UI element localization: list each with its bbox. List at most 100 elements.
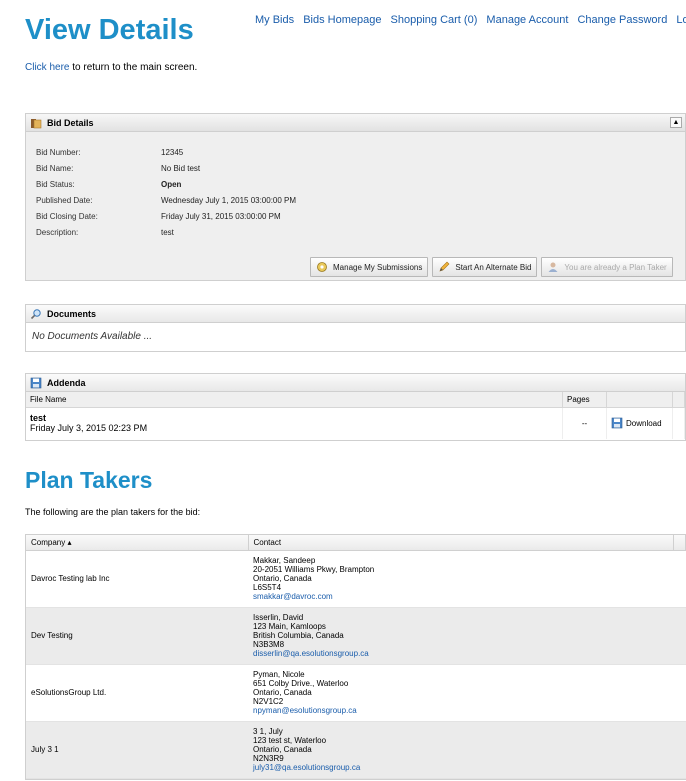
contact-name: Pyman, Nicole <box>253 670 305 679</box>
contact-address: 123 test st, Waterloo <box>253 736 327 745</box>
download-label: Download <box>626 418 662 428</box>
addendum-file-name: test <box>30 413 47 424</box>
bid-status-label: Bid Status: <box>36 180 75 189</box>
contact-region: British Columbia, Canada <box>253 631 344 640</box>
plan-taker-label: You are already a Plan Taker <box>564 262 667 272</box>
description-value: test <box>161 228 174 237</box>
contact-email[interactable]: smakkar@davroc.com <box>253 592 333 601</box>
table-row: Davroc Testing lab Inc Makkar, Sandeep 2… <box>26 550 686 608</box>
spacer-cell <box>673 550 686 608</box>
detail-row: Description: test <box>36 228 296 244</box>
contact-address: 123 Main, Kamloops <box>253 622 326 631</box>
addenda-table: File Name Pages test Friday July 3, 2015… <box>26 392 685 439</box>
contact-name: 3 1, July <box>253 727 283 736</box>
closing-date-label: Bid Closing Date: <box>36 212 98 221</box>
table-row: Dev Testing Isserlin, David 123 Main, Ka… <box>26 607 686 665</box>
user-icon <box>547 261 559 273</box>
company-cell: Davroc Testing lab Inc <box>26 550 248 608</box>
contact-name: Makkar, Sandeep <box>253 556 316 565</box>
table-row: July 3 1 3 1, July 123 test st, Waterloo… <box>26 721 686 779</box>
contact-address: 651 Colby Drive., Waterloo <box>253 679 349 688</box>
bid-status-value: Open <box>161 180 182 189</box>
company-cell: eSolutionsGroup Ltd. <box>26 664 248 722</box>
return-link[interactable]: Click here <box>25 62 69 73</box>
description-label: Description: <box>36 228 79 237</box>
plan-taker-button[interactable]: You are already a Plan Taker <box>541 257 673 277</box>
download-link[interactable]: Download <box>611 417 668 429</box>
addenda-header: Addenda <box>26 374 685 392</box>
contact-postal: N2N3R9 <box>253 754 284 763</box>
page-title: View Details <box>25 14 194 46</box>
spacer-cell <box>673 607 686 665</box>
contact-postal: N2V1C2 <box>253 697 284 706</box>
bid-details-title: Bid Details <box>47 117 94 128</box>
contact-region: Ontario, Canada <box>253 745 312 754</box>
disk-icon <box>30 377 42 389</box>
nav-change-password[interactable]: Change Password <box>577 14 667 26</box>
manage-submissions-label: Manage My Submissions <box>333 262 423 272</box>
plan-takers-subtitle: The following are the plan takers for th… <box>25 507 201 517</box>
bid-name-label: Bid Name: <box>36 164 74 173</box>
documents-panel: Documents No Documents Available ... <box>25 304 686 352</box>
detail-row: Bid Name: No Bid test <box>36 164 296 180</box>
pencil-icon <box>438 261 450 273</box>
company-cell: July 3 1 <box>26 721 248 779</box>
contact-column-header[interactable]: Contact <box>248 535 674 551</box>
disk-icon <box>611 417 623 429</box>
manage-submissions-button[interactable]: Manage My Submissions <box>310 257 429 277</box>
addendum-file-date: Friday July 3, 2015 02:23 PM <box>30 423 148 434</box>
nav-bids-homepage[interactable]: Bids Homepage <box>303 14 381 26</box>
addenda-panel: Addenda File Name Pages test Friday July… <box>25 373 686 441</box>
contact-postal: N3B3M8 <box>253 640 285 649</box>
start-alternate-bid-button[interactable]: Start An Alternate Bid <box>432 257 538 277</box>
documents-header: Documents <box>26 305 685 323</box>
nav-my-bids[interactable]: My Bids <box>255 14 294 26</box>
published-date-label: Published Date: <box>36 196 93 205</box>
contact-postal: L6S5T4 <box>253 583 282 592</box>
spacer-cell <box>672 407 685 439</box>
nav-manage-account[interactable]: Manage Account <box>486 14 568 26</box>
contact-region: Ontario, Canada <box>253 688 312 697</box>
bid-details-list: Bid Number: 12345 Bid Name: No Bid test … <box>36 148 296 244</box>
documents-title: Documents <box>47 308 97 319</box>
contact-name: Isserlin, David <box>253 613 304 622</box>
company-column-header[interactable]: Company ▴ <box>26 535 249 551</box>
return-instruction: Click here to return to the main screen. <box>25 62 197 73</box>
contact-email[interactable]: july31@qa.esolutionsgroup.ca <box>253 763 360 772</box>
detail-row: Bid Number: 12345 <box>36 148 296 164</box>
bid-number-value: 12345 <box>161 148 184 157</box>
gear-icon <box>316 261 328 273</box>
table-row: test Friday July 3, 2015 02:23 PM -- Dow… <box>26 407 685 439</box>
contact-cell: 3 1, July 123 test st, Waterloo Ontario,… <box>248 721 674 779</box>
bid-actions: Manage My Submissions Start An Alternate… <box>310 257 673 277</box>
contact-email[interactable]: npyman@esolutionsgroup.ca <box>253 706 357 715</box>
published-date-value: Wednesday July 1, 2015 03:00:00 PM <box>161 196 297 205</box>
bid-details-header: Bid Details <box>26 114 685 132</box>
plan-takers-table-wrap: Company ▴ Contact Davroc Testing lab Inc… <box>25 534 686 780</box>
bid-details-panel: Bid Details ▲ Bid Number: 12345 Bid Name… <box>25 113 686 281</box>
nav-logout[interactable]: Logout <box>676 14 686 26</box>
addendum-action-cell: Download <box>606 407 673 439</box>
closing-date-value: Friday July 31, 2015 03:00:00 PM <box>161 212 281 221</box>
contact-cell: Makkar, Sandeep 20-2051 Williams Pkwy, B… <box>248 550 674 608</box>
detail-row: Bid Status: Open <box>36 180 296 196</box>
plan-takers-table: Company ▴ Contact Davroc Testing lab Inc… <box>26 535 686 779</box>
addenda-title: Addenda <box>47 377 86 388</box>
folder-icon <box>30 117 42 129</box>
top-navigation: My Bids Bids Homepage Shopping Cart (0) … <box>255 14 686 26</box>
table-row: eSolutionsGroup Ltd. Pyman, Nicole 651 C… <box>26 664 686 722</box>
addendum-pages: -- <box>562 407 607 439</box>
return-text: to return to the main screen. <box>69 62 198 73</box>
contact-email[interactable]: disserlin@qa.esolutionsgroup.ca <box>253 649 369 658</box>
collapse-button[interactable]: ▲ <box>670 117 682 128</box>
bid-number-label: Bid Number: <box>36 148 81 157</box>
file-name-column-header[interactable]: File Name <box>26 392 563 408</box>
action-column-header <box>606 392 673 408</box>
pages-column-header[interactable]: Pages <box>562 392 607 408</box>
magnifier-icon <box>30 308 42 320</box>
contact-cell: Isserlin, David 123 Main, Kamloops Briti… <box>248 607 674 665</box>
nav-shopping-cart[interactable]: Shopping Cart (0) <box>391 14 478 26</box>
spacer-column-header <box>673 535 686 551</box>
spacer-column-header <box>672 392 685 408</box>
addendum-file-cell: test Friday July 3, 2015 02:23 PM <box>26 407 563 439</box>
